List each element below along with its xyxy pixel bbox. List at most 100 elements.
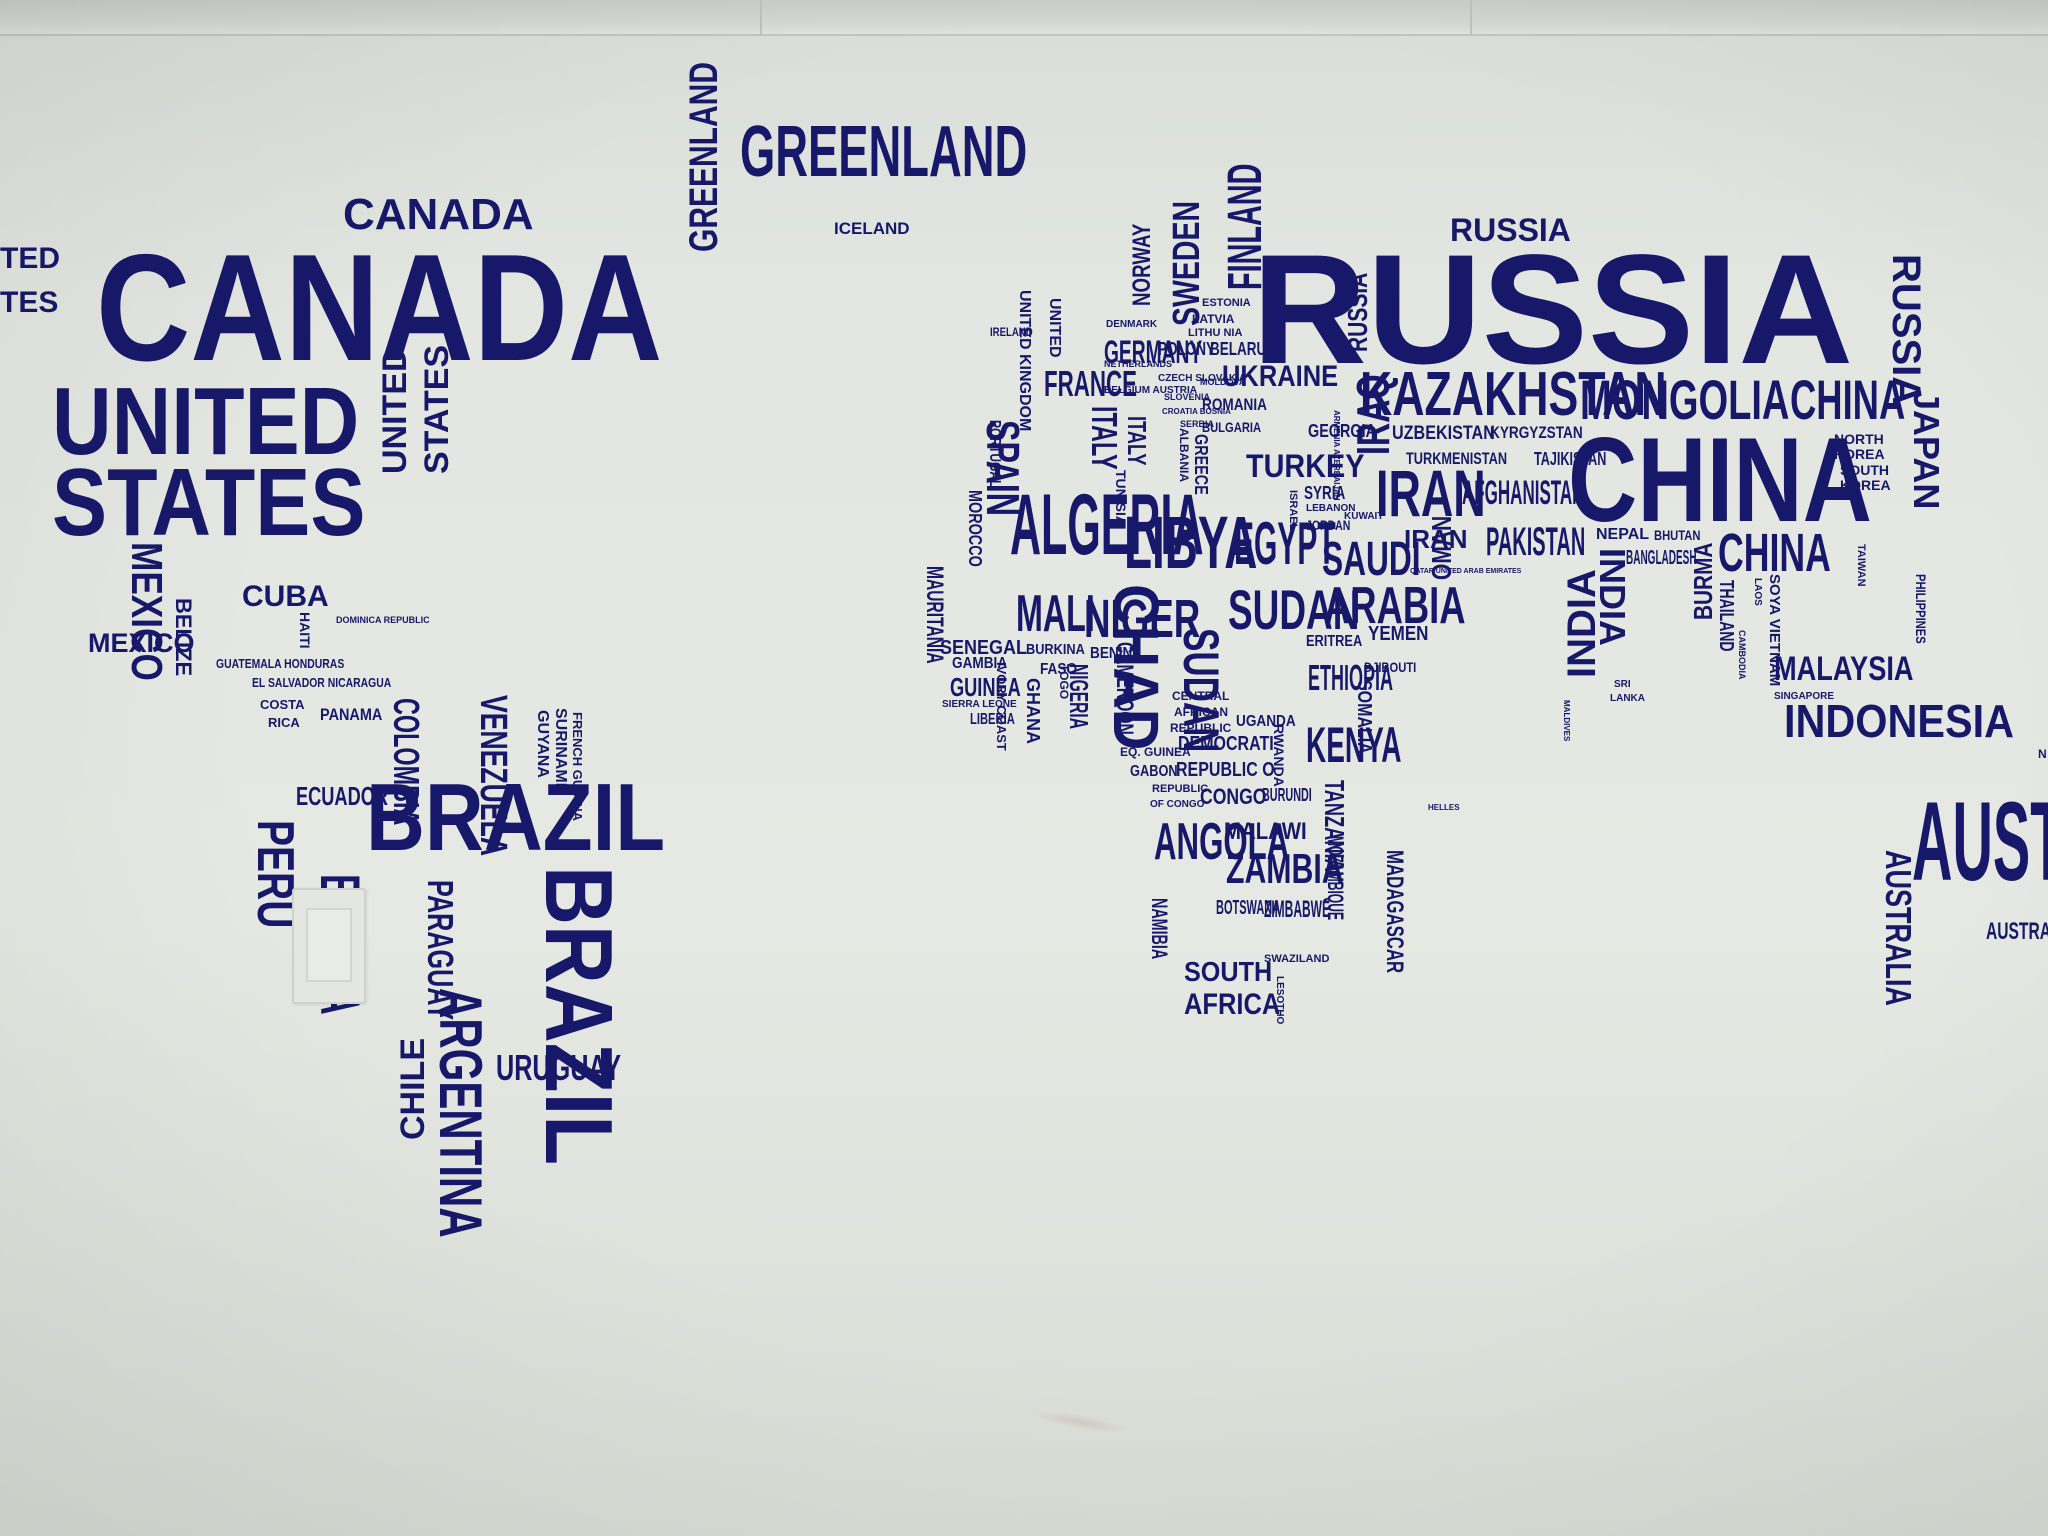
painted-wall: TED TES CANADA CANADA UNITED STATES UNITED STAT… xyxy=(0,0,2048,1536)
map-word-burkina: BURKINA xyxy=(1026,641,1085,658)
map-word-greenland: GREENLAND xyxy=(740,112,1028,192)
map-word-nigeria: NIGERIA xyxy=(1064,664,1094,730)
map-word-brazil: BRAZIL xyxy=(525,866,632,1166)
map-word-namibia: NAMIBIA xyxy=(1147,898,1172,960)
map-word-morocco: MOROCCO xyxy=(965,490,985,567)
map-word-greenland: GREENLAND xyxy=(682,61,726,252)
map-word-haiti: HAITI xyxy=(297,612,313,649)
map-word-africa: AFRICA xyxy=(1184,988,1281,1021)
map-word-lanka: LANKA xyxy=(1610,693,1645,704)
map-word-chile: CHILE xyxy=(394,1038,432,1140)
map-word-laos: LAOS xyxy=(1752,578,1763,606)
map-word-south: SOUTH xyxy=(1184,956,1273,987)
map-word-republic-o: REPUBLIC O xyxy=(1176,759,1275,781)
map-word-italy: ITALY xyxy=(1084,406,1125,470)
map-word-dominica-republic: DOMINICA REPUBLIC xyxy=(336,615,430,625)
map-word-china: CHINA xyxy=(1718,523,1831,583)
map-word-ivory-coast: IVORY COAST xyxy=(994,662,1009,751)
map-word-argentina: ARGENTINA xyxy=(427,988,494,1238)
map-word-south: SOUTH xyxy=(1840,462,1889,478)
map-word-belize: BELIZE xyxy=(171,598,196,677)
map-word-sudan: SUDAN xyxy=(1228,578,1360,641)
map-word-japan: JAPAN xyxy=(1906,390,1947,510)
map-word-guinea: GUINEA xyxy=(950,672,1021,702)
map-word-estonia: ESTONIA xyxy=(1202,297,1251,309)
map-word-states: STATES xyxy=(52,449,366,556)
map-word-finland: FINLAND xyxy=(1219,163,1272,290)
wall-light-switch xyxy=(292,888,366,1004)
map-word-russia: RUSSIA xyxy=(1342,272,1373,352)
map-word-latvia: LATVIA xyxy=(1192,312,1235,326)
map-word-italy: ITALY xyxy=(1122,416,1152,466)
map-word-taiwan: TAIWAN xyxy=(1855,544,1867,587)
map-word-cambodia: CAMBODIA xyxy=(1737,630,1747,680)
map-word-thailand: THAILAND xyxy=(1715,580,1737,652)
map-word-rwanda: RWANDA xyxy=(1271,724,1287,787)
map-word-moldova: MOLDOVA xyxy=(1200,377,1246,387)
map-word-cuba: CUBA xyxy=(242,580,329,613)
map-word-united-kingdom: UNITED KINGDOM xyxy=(1016,290,1033,432)
map-word-of-congo: OF CONGO xyxy=(1150,799,1205,810)
map-word-yemen: YEMEN xyxy=(1368,623,1429,645)
map-word-gabon: GABON xyxy=(1130,763,1178,780)
map-word-democrati: DEMOCRATI xyxy=(1178,733,1274,755)
map-word-costa: COSTA xyxy=(260,697,305,712)
map-word-united: UNITED xyxy=(376,347,414,474)
map-word-burundi: BURUNDI xyxy=(1262,785,1312,805)
map-word-croatia-bosnia: CROATIA BOSNIA xyxy=(1162,407,1231,416)
map-word-albania: ALBANIA xyxy=(1177,428,1191,482)
map-word-norway: NORWAY xyxy=(1128,223,1156,306)
map-word-djibouti: DJIBOUTI xyxy=(1364,659,1417,675)
ceiling-tile-seam xyxy=(1470,0,1472,34)
map-word-congo: CONGO xyxy=(1200,784,1267,809)
map-word-ted: TED xyxy=(0,242,60,275)
map-word-indonesia: INDONESIA xyxy=(1784,695,2015,747)
map-word-uruguay: URUGUAY xyxy=(496,1047,622,1088)
map-word-mali: MALI xyxy=(1016,585,1095,643)
map-word-syria: SYRIA xyxy=(1304,483,1346,503)
map-word-angola: ANGOLA xyxy=(1154,813,1290,871)
map-word-bangladesh: BANGLADESH xyxy=(1626,547,1697,569)
map-word-polony: POLONY xyxy=(1158,339,1216,359)
map-word-india: INDIA xyxy=(1592,548,1633,646)
map-word-guatemala-honduras: GUATEMALA HONDURAS xyxy=(216,656,345,671)
map-word-australia: AUSTRALIA xyxy=(1986,918,2048,945)
map-word-central: CENTRAL xyxy=(1172,689,1230,703)
map-word-philippines: PHILIPPINES xyxy=(1913,574,1929,644)
map-word-china: CHINA xyxy=(1568,413,1872,547)
map-word-bulgaria: BULGARIA xyxy=(1202,419,1262,435)
map-word-kenya: KENYA xyxy=(1306,717,1402,773)
map-word-brazil: BRAZIL xyxy=(366,764,666,871)
map-word-rica: RICA xyxy=(268,715,300,730)
map-word-maldives: MALDIVES xyxy=(1562,700,1571,742)
light-switch-rocker xyxy=(306,908,352,982)
map-word-n: N xyxy=(2038,747,2047,761)
map-word-mexico: MEXICO xyxy=(122,542,171,681)
map-word-sweden: SWEDEN xyxy=(1166,200,1208,326)
ceiling-tile-seam xyxy=(760,0,762,34)
map-word-cameroon: CAMEROON xyxy=(1111,642,1138,735)
map-word-uzbekistan: UZBEKISTAN xyxy=(1392,423,1495,444)
map-word-ghana: GHANA xyxy=(1023,678,1043,744)
map-word-african: AFRICAN xyxy=(1174,705,1228,719)
map-word-swaziland: SWAZILAND xyxy=(1264,953,1330,965)
map-word-burma: BURMA xyxy=(1688,542,1718,620)
wall-smudge xyxy=(1029,1406,1131,1438)
map-word-helles: HELLES xyxy=(1428,803,1460,812)
map-word-egypt: EGYPT xyxy=(1234,510,1336,577)
map-word-korea: KOREA xyxy=(1834,446,1885,462)
map-word-states: STATES xyxy=(418,344,456,474)
map-word-zimbabwe: ZIMBABWE xyxy=(1264,896,1330,923)
map-word-tes: TES xyxy=(0,286,59,319)
map-word-sri: SRI xyxy=(1614,679,1631,690)
ceiling-edge xyxy=(0,0,2048,36)
map-word-bhutan: BHUTAN xyxy=(1654,527,1701,543)
map-word-belarus: BELARUS xyxy=(1210,339,1276,359)
map-word-north: NORTH xyxy=(1834,431,1884,447)
map-word-el-salvador-nicaragua: EL SALVADOR NICARAGUA xyxy=(252,675,392,690)
map-word-pakistan: PAKISTAN xyxy=(1486,520,1586,564)
map-word-denmark: DENMARK xyxy=(1106,319,1158,330)
map-word-afghanistan: AFGHANISTAN xyxy=(1462,474,1585,512)
map-word-panama: PANAMA xyxy=(320,705,383,724)
map-word-korea: KOREA xyxy=(1840,477,1891,493)
